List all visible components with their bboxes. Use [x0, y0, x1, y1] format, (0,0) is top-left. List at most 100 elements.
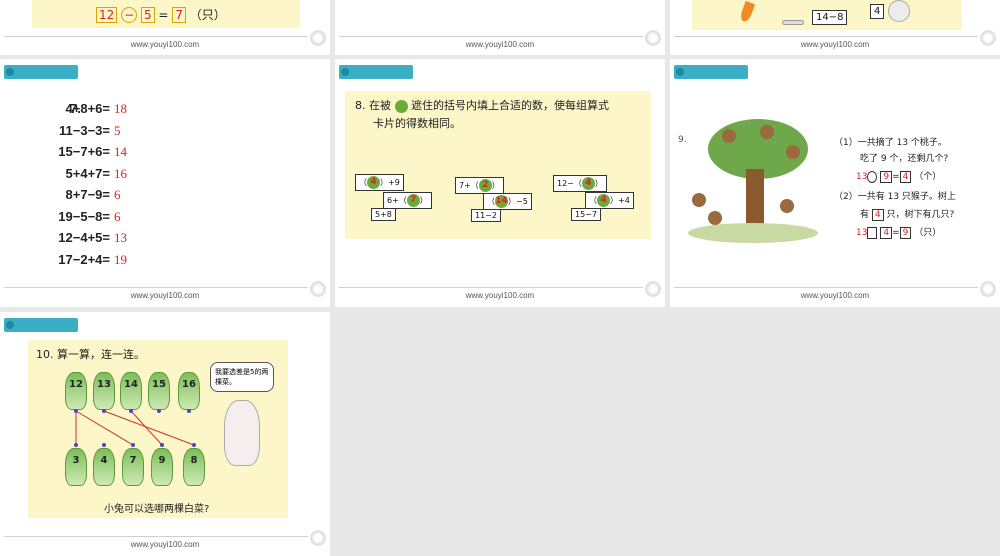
swirl-icon — [310, 30, 326, 46]
card-text: 7+（ — [459, 181, 479, 190]
equation-row: 4+8+6= 18 — [20, 101, 127, 117]
equation-answer: 18 — [114, 101, 127, 116]
monkey-icon — [692, 193, 706, 207]
connect-dot[interactable] — [192, 443, 196, 447]
swirl-icon — [645, 281, 661, 297]
slide-top-middle: www.youyi100.com — [335, 0, 665, 55]
card-text: （ — [589, 196, 597, 205]
leaf-answer: 4 — [367, 176, 380, 189]
part1-line2: 吃了 9 个，还剩几个? — [860, 154, 949, 164]
cabbage-top: 15 — [148, 372, 170, 410]
title-part-2: 遮住的括号内填上合适的数，使每组算式 — [411, 99, 609, 112]
card-group2-a: 7+（ 2） — [455, 177, 504, 194]
part2-answer: 13 4 = 9 （只） — [856, 227, 942, 239]
card-group3-b: （4 ）+4 — [585, 192, 634, 209]
footer-divider — [674, 36, 978, 37]
monkey-icon — [780, 199, 794, 213]
part1-unit: （个） — [914, 172, 942, 182]
unit-label: （只） — [189, 8, 226, 22]
connection-lines — [75, 410, 195, 446]
slide-top-right: 14−8 4 www.youyi100.com — [670, 0, 1000, 55]
slide-question-8: 8. 在被 遮住的括号内填上合适的数，使每组算式 卡片的得数相同。 （4 ）+9 … — [335, 59, 665, 307]
slide-tab — [4, 65, 78, 79]
leaf-icon — [394, 99, 408, 113]
ground — [688, 223, 818, 243]
cabbage-top: 16 — [178, 372, 200, 410]
part2-text: 有 — [860, 210, 870, 220]
footer-divider — [339, 36, 643, 37]
equation-expression: 11−3−3= — [59, 122, 110, 138]
part1-minuend: 13 — [856, 172, 868, 182]
leaf-answer: 4 — [597, 194, 610, 207]
connect-dot[interactable] — [157, 409, 161, 413]
monkey-icon — [722, 129, 736, 143]
cabbage-top: 13 — [93, 372, 115, 410]
connect-dot[interactable] — [74, 409, 78, 413]
card-text: ）+9 — [380, 178, 400, 187]
card-group1-c: 5+8 — [371, 208, 396, 221]
bottom-question: 小兔可以选哪两棵白菜? — [104, 504, 210, 515]
equation-expression: 12−4+5= — [58, 230, 110, 245]
equals-sign: = — [158, 8, 169, 22]
card-text: （ — [487, 197, 495, 206]
cabbage-bottom: 9 — [151, 448, 173, 486]
card-text: ） — [594, 179, 603, 188]
part2-line1: （2）一共有 13 只猴子。树上 — [834, 192, 956, 202]
part1-subtrahend: 9 — [880, 171, 893, 183]
subtraction-equation: 12 − 5 = 7 （只） — [96, 6, 226, 23]
footer-url: www.youyi100.com — [465, 40, 535, 49]
card-group2-b: （14）−5 — [483, 193, 532, 210]
part1-result: 4 — [899, 171, 912, 183]
equation-answer: 14 — [114, 144, 127, 159]
slide-top-left: 12 − 5 = 7 （只） www.youyi100.com — [0, 0, 330, 55]
slide-question-10: 10. 算一算，连一连。 我要选差是5的两棵菜。 12 13 14 15 16 3 4 7 9 8… — [0, 312, 330, 556]
footer-url: www.youyi100.com — [130, 40, 200, 49]
part2-minuend: 13 — [856, 228, 868, 238]
footer-url: www.youyi100.com — [130, 540, 200, 549]
connect-dot[interactable] — [187, 409, 191, 413]
connect-dot[interactable] — [131, 443, 135, 447]
equation-row: 15−7+6= 14 — [20, 144, 127, 160]
equation-row: 5+4+7= 16 — [20, 166, 127, 182]
question-title: 8. 在被 遮住的括号内填上合适的数，使每组算式 — [355, 97, 609, 113]
equation-answer: 6 — [114, 208, 121, 224]
connect-dot[interactable] — [102, 409, 106, 413]
monkey-icon — [760, 125, 774, 139]
question-title-line-2: 卡片的得数相同。 — [373, 117, 461, 130]
connect-dot[interactable] — [102, 443, 106, 447]
tree-trunk — [746, 169, 764, 229]
expression-card: 14−8 — [812, 10, 848, 25]
swirl-icon — [645, 30, 661, 46]
card-text: ）−5 — [508, 197, 528, 206]
result-box: 7 — [172, 7, 186, 23]
footer-divider — [4, 287, 308, 288]
footer-url: www.youyi100.com — [465, 291, 535, 300]
footer-divider — [4, 536, 308, 537]
connect-dot[interactable] — [74, 443, 78, 447]
equation-row: 12−4+5= 13 — [20, 230, 127, 246]
part2-text: 只，树下有几只? — [886, 210, 955, 220]
connect-line-13-8 — [103, 410, 195, 446]
question-number: 9. — [678, 135, 687, 145]
part2-result: 9 — [899, 227, 912, 239]
connect-dot[interactable] — [160, 443, 164, 447]
cabbage-bottom: 7 — [122, 448, 144, 486]
card-text: 12−（ — [557, 179, 582, 188]
footer-url: www.youyi100.com — [130, 291, 200, 300]
swirl-icon — [980, 30, 996, 46]
equation-answer: 13 — [114, 230, 127, 245]
equation-row: 17−2+4= 19 — [20, 252, 127, 268]
equation-answer: 6 — [114, 187, 121, 202]
monkey-icon — [708, 211, 722, 225]
footer-divider — [4, 36, 308, 37]
operator-box — [867, 171, 878, 183]
title-part-1: 8. 在被 — [355, 99, 391, 112]
answer-card: 4 — [870, 4, 885, 19]
leaf-answer: 7 — [406, 194, 420, 207]
card-text: （ — [359, 178, 367, 187]
footer-divider — [674, 287, 978, 288]
connect-dot[interactable] — [129, 409, 133, 413]
card-group3-c: 15−7 — [571, 208, 601, 221]
card-group3-a: 12−（ 4） — [553, 175, 607, 192]
equation-answer: 5 — [114, 122, 121, 138]
